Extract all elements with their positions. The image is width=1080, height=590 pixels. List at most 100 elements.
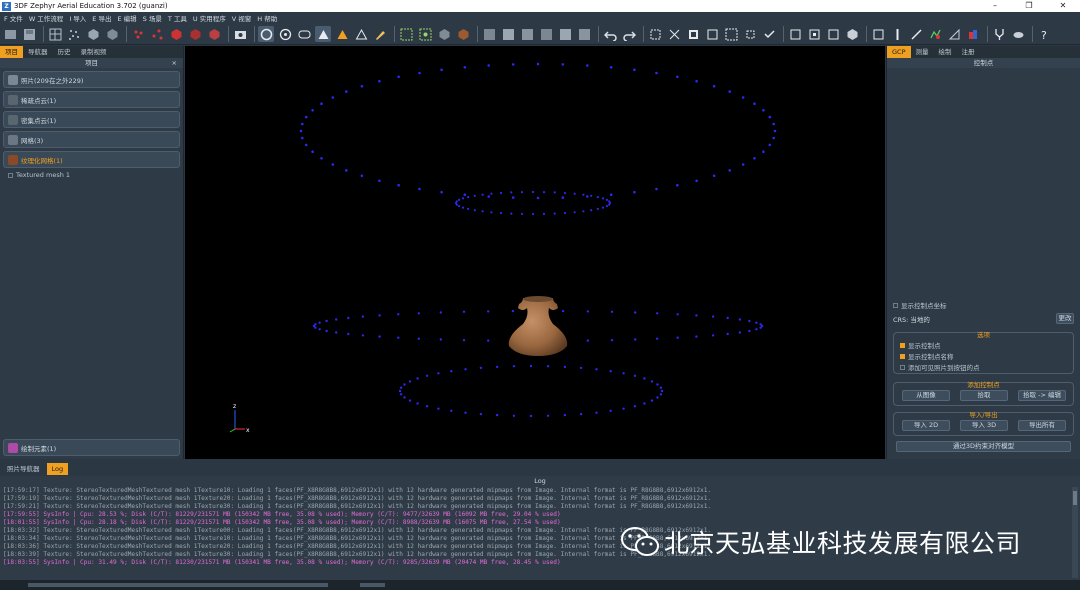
camera-point[interactable] (542, 191, 546, 194)
camera-point[interactable] (586, 195, 589, 198)
camera-point[interactable] (660, 389, 664, 393)
camera-point[interactable] (399, 393, 403, 396)
camera-icon[interactable] (232, 26, 248, 42)
camera-point[interactable] (458, 205, 461, 208)
camera-point[interactable] (695, 179, 698, 183)
camera-point[interactable] (487, 195, 491, 198)
camera-point[interactable] (397, 183, 400, 187)
camera-point[interactable] (439, 311, 442, 314)
camera-point[interactable] (582, 193, 585, 196)
camera-point[interactable] (748, 329, 751, 333)
control-point-icon[interactable] (870, 26, 886, 42)
camera-point[interactable] (425, 405, 429, 408)
menu-tools[interactable]: T 工具 (168, 13, 187, 23)
camera-point[interactable] (529, 364, 533, 368)
camera-point[interactable] (711, 315, 715, 318)
camera-point[interactable] (416, 402, 419, 405)
camera-point[interactable] (659, 386, 663, 389)
render-texture-icon[interactable] (353, 26, 369, 42)
add-visible-toggle[interactable]: 添加可见照片到按钮的点 (900, 362, 980, 372)
camera-point[interactable] (601, 206, 605, 209)
camera-point[interactable] (726, 332, 729, 336)
camera-point[interactable] (301, 122, 304, 126)
camera-point[interactable] (314, 323, 317, 326)
camera-point[interactable] (440, 68, 443, 72)
camera-point[interactable] (561, 309, 565, 313)
camera-point[interactable] (510, 191, 513, 194)
view-front-icon[interactable] (481, 26, 497, 42)
camera-point[interactable] (318, 328, 321, 331)
tab-log[interactable]: Log (46, 463, 69, 475)
tab-gcp[interactable]: GCP (887, 46, 911, 58)
camera-point[interactable] (726, 316, 729, 320)
camera-point[interactable] (542, 212, 546, 215)
camera-point[interactable] (563, 413, 567, 417)
camera-point[interactable] (360, 174, 364, 178)
camera-point[interactable] (325, 329, 328, 333)
camera-point[interactable] (335, 331, 338, 334)
camera-point[interactable] (461, 206, 465, 209)
visibility-checkbox[interactable] (8, 172, 13, 178)
menu-export[interactable]: E 导出 (92, 13, 111, 23)
camera-point[interactable] (695, 335, 698, 338)
camera-point[interactable] (536, 196, 540, 200)
camera-point[interactable] (481, 210, 484, 213)
camera-point[interactable] (437, 372, 440, 375)
camera-point[interactable] (563, 191, 567, 195)
camera-point[interactable] (397, 75, 400, 79)
camera-point[interactable] (299, 129, 303, 133)
camera-point[interactable] (345, 90, 348, 93)
camera-point[interactable] (378, 335, 381, 338)
camera-point[interactable] (590, 209, 593, 212)
orbit-icon[interactable] (258, 26, 274, 42)
camera-point[interactable] (304, 143, 308, 147)
camera-point[interactable] (656, 312, 659, 315)
camera-point[interactable] (531, 212, 535, 216)
scene-canvas[interactable]: z x (185, 46, 885, 459)
camera-point[interactable] (487, 64, 491, 67)
camera-point[interactable] (582, 210, 585, 213)
camera-point[interactable] (512, 365, 516, 368)
camera-point[interactable] (511, 309, 515, 313)
camera-point[interactable] (467, 207, 470, 210)
shrink-selection-icon[interactable] (742, 26, 758, 42)
camera-point[interactable] (768, 143, 772, 147)
camera-point[interactable] (361, 315, 365, 318)
camera-point[interactable] (633, 68, 636, 72)
camera-point[interactable] (676, 336, 679, 339)
camera-point[interactable] (520, 191, 524, 194)
camera-point[interactable] (655, 187, 658, 191)
camera-point[interactable] (772, 122, 775, 126)
camera-point[interactable] (397, 336, 400, 339)
select-all-icon[interactable] (761, 26, 777, 42)
render-mesh-icon[interactable] (334, 26, 350, 42)
camera-point[interactable] (487, 339, 490, 342)
camera-point[interactable] (347, 332, 350, 336)
camera-point[interactable] (610, 339, 614, 342)
camera-point[interactable] (586, 310, 589, 313)
camera-point[interactable] (520, 212, 524, 215)
camera-point[interactable] (335, 318, 338, 321)
camera-point[interactable] (634, 338, 637, 341)
camera-point[interactable] (622, 407, 625, 410)
camera-point[interactable] (741, 96, 745, 99)
camera-point[interactable] (695, 79, 698, 83)
camera-point[interactable] (553, 191, 556, 194)
camera-point[interactable] (320, 102, 323, 105)
camera-point[interactable] (768, 115, 772, 119)
camera-point[interactable] (479, 412, 483, 416)
render-points-icon[interactable] (315, 26, 331, 42)
view-top-icon[interactable] (557, 26, 573, 42)
camera-point[interactable] (320, 157, 323, 160)
export-all-button[interactable]: 导出所有 (1018, 420, 1066, 431)
from-image-button[interactable]: 从图像 (902, 390, 950, 401)
menu-edit[interactable]: E 编辑 (117, 13, 136, 23)
project-item-sparse-cloud[interactable]: 稀疏点云(1) (3, 91, 180, 108)
camera-point[interactable] (403, 396, 406, 399)
help-icon[interactable]: ? (1036, 26, 1052, 42)
fly-mode-icon[interactable] (296, 26, 312, 42)
camera-point[interactable] (417, 312, 420, 315)
pot-model[interactable] (508, 296, 568, 356)
menu-file[interactable]: F 文件 (4, 13, 23, 23)
cloud-service-icon[interactable] (1010, 26, 1026, 42)
